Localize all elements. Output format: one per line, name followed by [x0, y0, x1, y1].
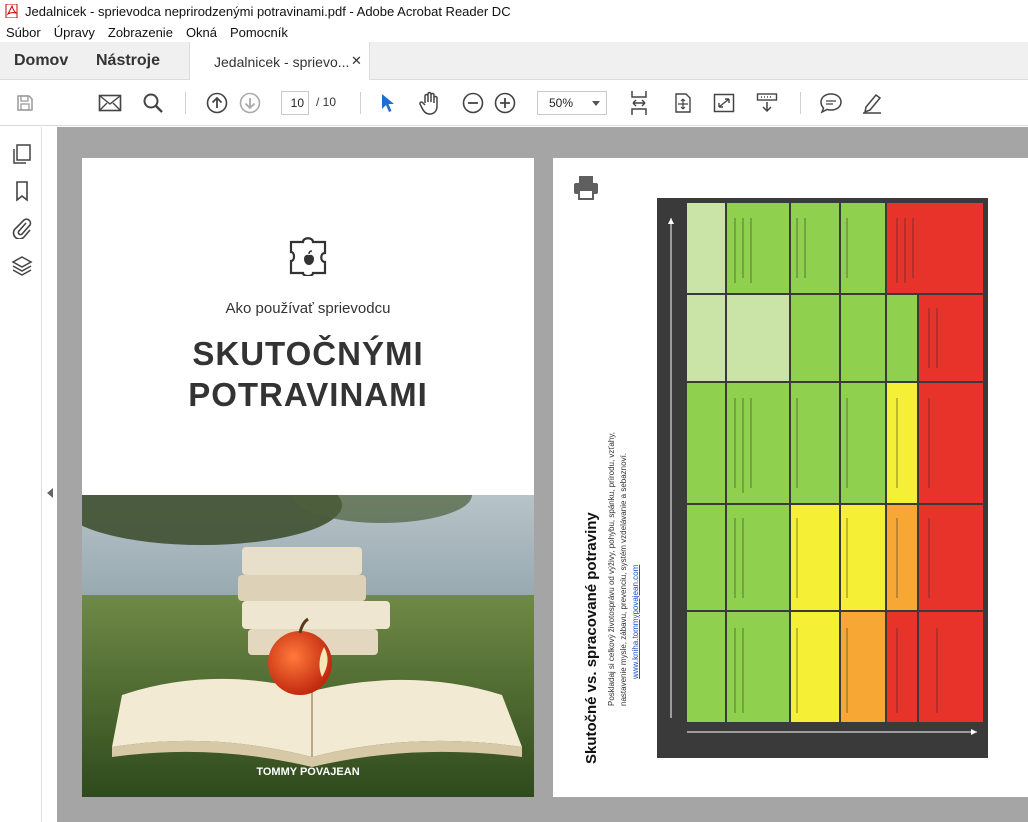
close-tab-icon[interactable]: ✕	[351, 53, 362, 69]
prev-page-icon[interactable]	[204, 90, 230, 116]
hand-tool-icon[interactable]	[417, 90, 443, 116]
menu-file[interactable]: Súbor	[6, 25, 41, 40]
menu-help[interactable]: Pomocník	[230, 25, 288, 40]
pdf-page-cover: Ako používať sprievodcu SKUTOČNÝMI POTRA…	[82, 158, 534, 797]
cover-title-line1: SKUTOČNÝMI	[192, 335, 424, 372]
cover-subtitle: Ako používať sprievodcu	[225, 300, 391, 317]
infographic-title: Skutočné vs. spracované potraviny	[583, 512, 600, 764]
menu-bar: Súbor Úpravy Zobrazenie Okná Pomocník	[0, 22, 1028, 42]
menu-window[interactable]: Okná	[186, 25, 217, 40]
comment-icon[interactable]	[818, 90, 844, 116]
save-icon[interactable]	[12, 90, 38, 116]
toolbar-separator	[185, 92, 186, 114]
collapse-panel-handle[interactable]	[47, 488, 53, 498]
menu-view[interactable]: Zobrazenie	[108, 25, 173, 40]
next-page-icon[interactable]	[237, 90, 263, 116]
zoom-in-icon[interactable]	[492, 90, 518, 116]
window-title: Jedalnicek - sprievodca neprirodzenými p…	[25, 3, 511, 19]
cover-title-line2: POTRAVINAMI	[188, 376, 428, 413]
tab-tools[interactable]: Nástroje	[96, 52, 160, 70]
food-quality-matrix	[657, 198, 988, 758]
left-navigation-rail	[0, 127, 42, 822]
email-icon[interactable]	[97, 90, 123, 116]
page-number-input[interactable]: 10	[281, 91, 309, 115]
pdf-page-infographic: Skutočné vs. spracované potraviny Poskla…	[553, 158, 1028, 797]
infographic-description-2: nastavenie mysle, zábavu, prevenciu, sys…	[619, 452, 628, 706]
page-total: / 10	[316, 95, 337, 109]
toolbar-separator	[360, 92, 361, 114]
highlight-icon[interactable]	[859, 90, 885, 116]
acrobat-window: Jedalnicek - sprievodca neprirodzenými p…	[0, 0, 1028, 822]
toolbar: 10 / 10 50%	[0, 80, 1028, 126]
fit-page-icon[interactable]	[626, 90, 652, 116]
pdf-file-icon	[5, 3, 19, 19]
infographic-description-1: Poskladaj si celkový životosprávu od výž…	[607, 432, 616, 706]
zoom-select[interactable]: 50%	[537, 91, 607, 115]
search-icon[interactable]	[140, 90, 166, 116]
document-viewport[interactable]: Ako používať sprievodcu SKUTOČNÝMI POTRA…	[57, 127, 1028, 822]
chevron-down-icon	[592, 101, 600, 106]
menu-edit[interactable]: Úpravy	[54, 25, 95, 40]
zoom-value: 50%	[549, 96, 574, 110]
cover-author: TOMMY POVAJEAN	[256, 766, 360, 778]
infographic-side-text: Skutočné vs. spracované potraviny Poskla…	[575, 286, 665, 764]
layers-icon[interactable]	[11, 254, 33, 276]
tab-bar: Domov Nástroje Jedalnicek - sprievo... ✕	[0, 42, 1028, 81]
bookmark-icon[interactable]	[11, 180, 33, 202]
full-screen-icon[interactable]	[711, 90, 737, 116]
select-cursor-icon[interactable]	[374, 90, 400, 116]
infographic-link[interactable]: www.kniha.tommypovajean.com	[631, 565, 640, 679]
zoom-out-icon[interactable]	[460, 90, 486, 116]
printer-icon[interactable]	[571, 174, 601, 202]
tab-document[interactable]: Jedalnicek - sprievo... ✕	[189, 42, 370, 81]
cover-photo-book-apple: TOMMY POVAJEAN	[82, 495, 534, 797]
tab-home[interactable]: Domov	[14, 52, 68, 70]
attachment-icon[interactable]	[11, 217, 33, 240]
title-bar: Jedalnicek - sprievodca neprirodzenými p…	[0, 0, 1028, 22]
scroll-mode-icon[interactable]	[670, 90, 696, 116]
pages-icon[interactable]	[11, 143, 33, 165]
page-layout-icon[interactable]	[754, 90, 780, 116]
puzzle-apple-logo-icon	[287, 236, 331, 278]
tab-document-label: Jedalnicek - sprievo...	[214, 54, 350, 70]
toolbar-separator	[800, 92, 801, 114]
